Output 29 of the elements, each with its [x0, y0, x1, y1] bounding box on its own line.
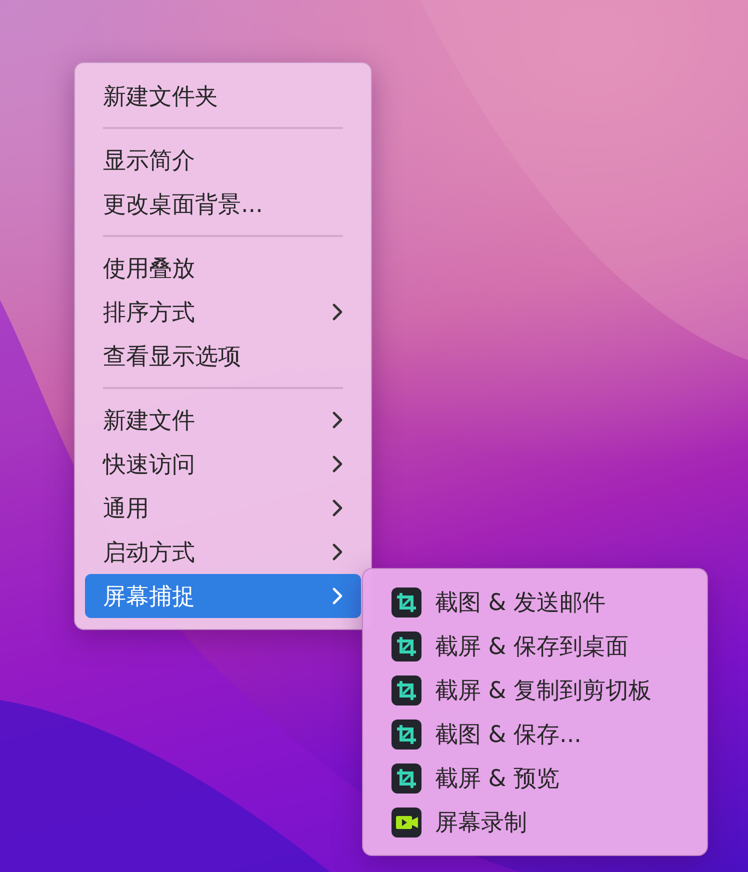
- crop-icon: [391, 718, 422, 750]
- chevron-icon: [331, 303, 343, 321]
- menu-item[interactable]: 通用: [85, 486, 361, 530]
- menu-item[interactable]: 新建文件夹: [85, 74, 361, 118]
- chevron-icon: [331, 587, 343, 605]
- video-camera-icon: [391, 806, 422, 838]
- menu-item[interactable]: 屏幕录制: [435, 806, 527, 838]
- menu-item[interactable]: 显示简介: [85, 138, 361, 182]
- menu-item[interactable]: 排序方式: [85, 290, 361, 334]
- menu-item[interactable]: 更改桌面背景...: [85, 182, 361, 226]
- chevron-icon: [331, 543, 343, 561]
- menu-item[interactable]: 截图 & 保存...: [435, 718, 582, 750]
- menu-item[interactable]: 查看显示选项: [85, 334, 361, 378]
- crop-icon: [391, 762, 422, 794]
- menu-item[interactable]: 快速访问: [85, 442, 361, 486]
- chevron-icon: [331, 411, 343, 429]
- chevron-icon: [331, 455, 343, 473]
- menu-item[interactable]: 启动方式: [85, 530, 361, 574]
- menu-item[interactable]: 新建文件: [85, 398, 361, 442]
- crop-icon: [391, 586, 422, 618]
- menu-item[interactable]: 屏幕捕捉: [85, 574, 361, 618]
- menu-item[interactable]: 截图 & 发送邮件: [435, 586, 606, 618]
- menu-item[interactable]: 截屏 & 预览: [435, 762, 560, 794]
- crop-icon: [391, 674, 422, 706]
- menu-item[interactable]: 截屏 & 复制到剪切板: [435, 674, 652, 706]
- crop-icon: [391, 630, 422, 662]
- chevron-icon: [331, 499, 343, 517]
- menu-item[interactable]: 截屏 & 保存到桌面: [435, 630, 629, 662]
- menu-item[interactable]: 使用叠放: [85, 246, 361, 290]
